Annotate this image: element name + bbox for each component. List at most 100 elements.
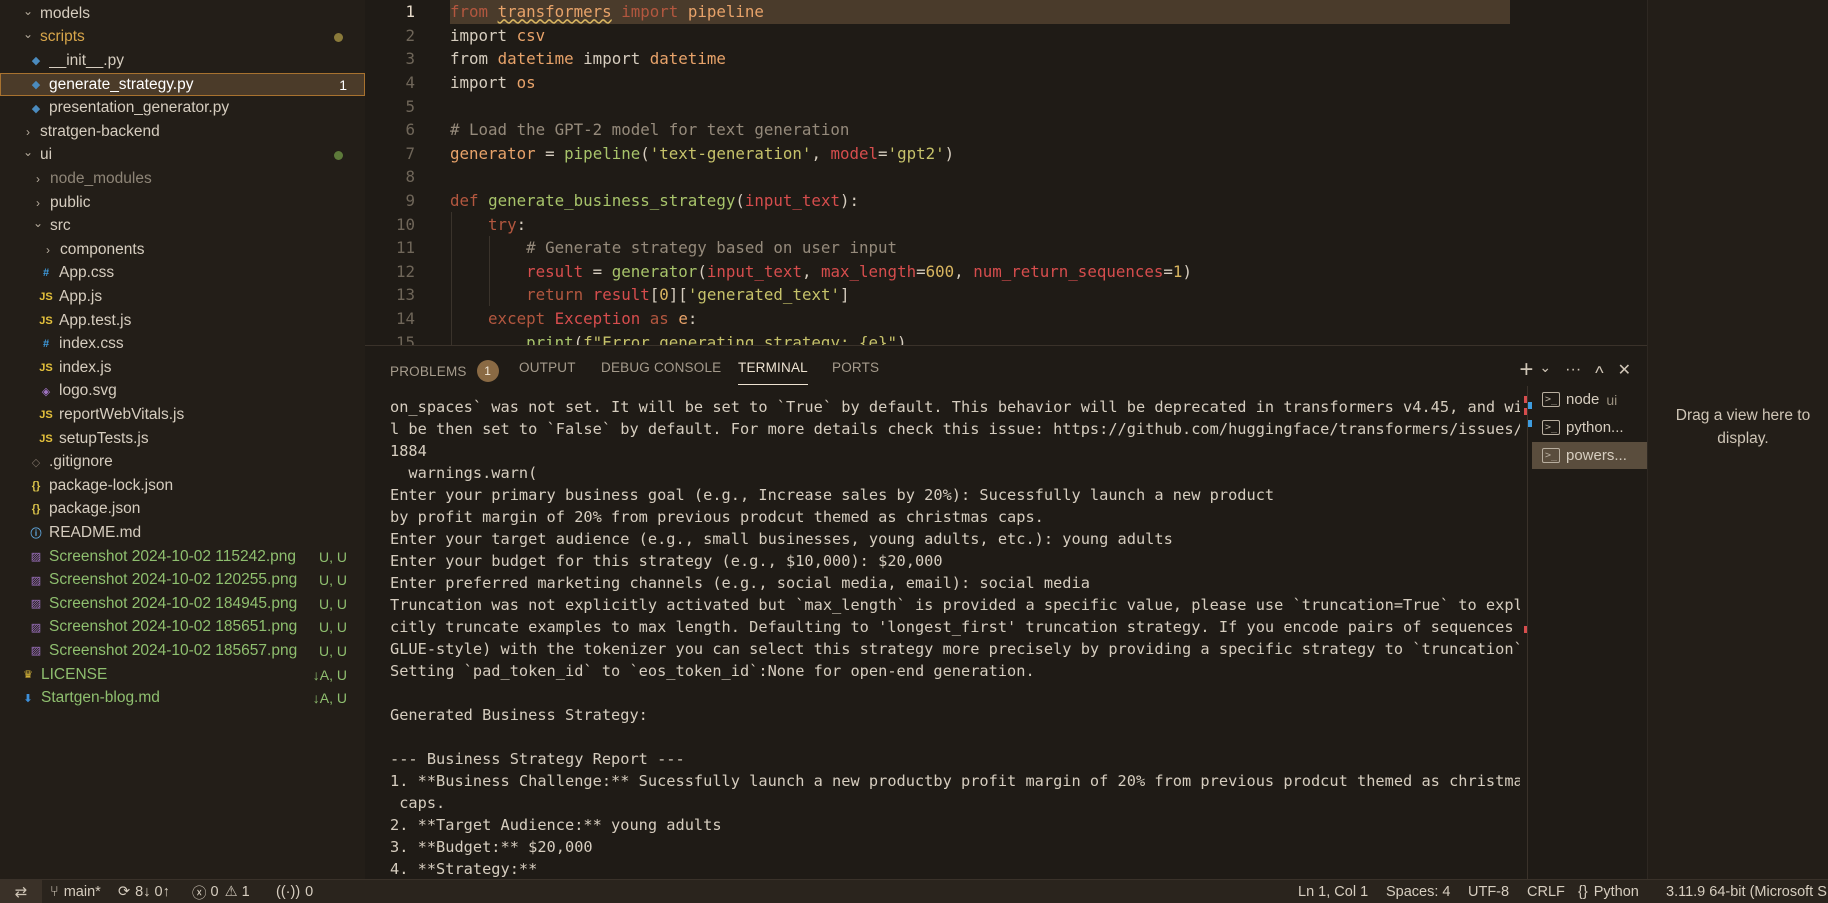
tree-item-label: index.css	[59, 335, 124, 353]
git-branch[interactable]: ⑂ main*	[50, 880, 101, 903]
git-file-icon: ◇	[31, 456, 41, 469]
line-number: 13	[395, 285, 415, 305]
panel-tab-bar: PROBLEMS 1 OUTPUT DEBUG CONSOLE TERMINAL…	[365, 346, 1647, 390]
terminal-line: GLUE-style) with the tokenizer you can s…	[390, 640, 1520, 658]
code-line: 5	[365, 94, 1510, 118]
file-item[interactable]: ◈ logo.svg	[0, 380, 365, 404]
terminal-line: warnings.warn(	[390, 464, 538, 482]
file-item[interactable]: JS setupTests.js	[0, 427, 365, 451]
file-item[interactable]: ⓘ README.md	[0, 521, 365, 545]
folder-item[interactable]: ⌄ src	[0, 214, 365, 238]
file-item[interactable]: ◆ presentation_generator.py	[0, 96, 365, 120]
javascript-file-icon: JS	[39, 361, 53, 374]
git-sync[interactable]: ⟳ 8↓ 0↑	[118, 880, 170, 903]
chevron-right-icon: ›	[36, 195, 40, 210]
file-item[interactable]: ▨ Screenshot 2024-10-02 185651.png U, U	[0, 616, 365, 640]
tree-item-label: public	[50, 193, 91, 211]
tree-item-label: .gitignore	[49, 453, 113, 471]
indentation-status[interactable]: Spaces: 4	[1386, 880, 1451, 903]
tree-item-label: node_modules	[50, 169, 152, 187]
file-item[interactable]: ◆ generate_strategy.py 1	[0, 72, 365, 97]
folder-item[interactable]: ⌄ ui	[0, 144, 365, 168]
tab-terminal[interactable]: TERMINAL	[738, 360, 808, 385]
close-panel-icon[interactable]: ✕	[1618, 360, 1631, 380]
tree-item-label: logo.svg	[59, 382, 117, 400]
javascript-file-icon: JS	[39, 314, 53, 327]
encoding-status[interactable]: UTF-8	[1468, 880, 1509, 903]
remote-icon: ⇄	[14, 883, 28, 901]
line-number: 10	[395, 214, 415, 234]
more-actions-icon[interactable]: ···	[1565, 361, 1581, 379]
tab-ports[interactable]: PORTS	[832, 360, 879, 375]
terminal-item-powershell[interactable]: >_ powers...	[1532, 442, 1648, 469]
terminal-item-node[interactable]: >_ node ui	[1532, 386, 1648, 413]
python-interpreter[interactable]: 3.11.9 64-bit (Microsoft S	[1666, 880, 1827, 903]
file-item[interactable]: ▨ Screenshot 2024-10-02 185657.png U, U	[0, 639, 365, 663]
file-item[interactable]: ⬇ Startgen-blog.md ↓A, U	[0, 686, 365, 710]
tree-item-label: index.js	[59, 358, 112, 376]
tree-item-label: App.test.js	[59, 311, 132, 329]
image-file-icon: ▨	[30, 645, 42, 658]
javascript-file-icon: JS	[39, 290, 53, 303]
file-item[interactable]: {} package.json	[0, 498, 365, 522]
terminal-line: Enter preferred marketing channels (e.g.…	[390, 574, 1090, 592]
file-item[interactable]: ◇ .gitignore	[0, 450, 365, 474]
file-item[interactable]: ▨ Screenshot 2024-10-02 184945.png U, U	[0, 592, 365, 616]
file-item[interactable]: {} package-lock.json	[0, 474, 365, 498]
folder-item[interactable]: › public	[0, 191, 365, 215]
line-number: 1	[405, 2, 415, 22]
code-line: 1 from transformers import pipeline	[365, 0, 1510, 24]
code-editor[interactable]: 1 from transformers import pipeline 2 impor…	[365, 0, 1647, 345]
tab-problems[interactable]: PROBLEMS 1	[390, 360, 499, 382]
line-number: 4	[405, 73, 415, 93]
file-item[interactable]: ♛ LICENSE ↓A, U	[0, 663, 365, 687]
file-item[interactable]: JS App.test.js	[0, 309, 365, 333]
folder-item[interactable]: ⌄ scripts	[0, 26, 365, 50]
image-file-icon: ▨	[30, 621, 42, 634]
javascript-file-icon: JS	[39, 432, 53, 445]
code-line: 13 return result[0]['generated_text']	[365, 283, 1510, 307]
file-item[interactable]: # index.css	[0, 332, 365, 356]
language-mode[interactable]: {} Python	[1578, 880, 1639, 903]
tab-output[interactable]: OUTPUT	[519, 360, 576, 375]
terminal-line: Truncation was not explicitly activated …	[390, 596, 1520, 614]
file-item[interactable]: JS index.js	[0, 356, 365, 380]
chevron-down-icon: ⌄	[22, 3, 34, 18]
new-terminal-icon[interactable]: +	[1519, 356, 1533, 384]
git-status-badge: U, U	[319, 548, 347, 565]
terminal-item-name: node	[1566, 391, 1600, 408]
terminal-icon: >_	[1542, 420, 1560, 435]
file-item[interactable]: # App.css	[0, 262, 365, 286]
terminal-item-name: python...	[1566, 419, 1624, 436]
folder-item[interactable]: › node_modules	[0, 167, 365, 191]
ports-status[interactable]: ((·)) 0	[276, 880, 313, 903]
eol-status[interactable]: CRLF	[1527, 880, 1565, 903]
folder-item[interactable]: › stratgen-backend	[0, 120, 365, 144]
code-text: generator = pipeline('text-generation', …	[450, 143, 955, 163]
file-item[interactable]: ▨ Screenshot 2024-10-02 120255.png U, U	[0, 568, 365, 592]
terminal-item-name: powers...	[1566, 447, 1627, 464]
terminal-line: 4. **Strategy:**	[390, 860, 538, 878]
file-item[interactable]: JS reportWebVitals.js	[0, 403, 365, 427]
tree-item-label: package.json	[49, 500, 141, 518]
tab-debug-console[interactable]: DEBUG CONSOLE	[601, 360, 721, 375]
file-item[interactable]: JS App.js	[0, 285, 365, 309]
folder-item[interactable]: ⌄ models	[0, 2, 365, 26]
secondary-sidebar-drop-area[interactable]: Drag a view here to display.	[1647, 0, 1828, 879]
file-item[interactable]: ▨ Screenshot 2024-10-02 115242.png U, U	[0, 545, 365, 569]
code-line: 8	[365, 165, 1510, 189]
terminal-output[interactable]: on_spaces` was not set. It will be set t…	[390, 396, 1520, 880]
chevron-down-icon[interactable]: ⌄	[1539, 359, 1551, 376]
indent-guide	[489, 236, 490, 306]
file-item[interactable]: ◆ __init__.py	[0, 49, 365, 73]
line-number: 12	[395, 261, 415, 281]
cursor-position[interactable]: Ln 1, Col 1	[1298, 880, 1368, 903]
folder-item[interactable]: › components	[0, 238, 365, 262]
code-text: import os	[450, 73, 536, 93]
remote-indicator[interactable]: ⇄	[0, 879, 42, 903]
tree-item-label: presentation_generator.py	[49, 99, 230, 117]
terminal-item-python[interactable]: >_ python...	[1532, 414, 1648, 441]
problems-status[interactable]: ⓧ 0 ⚠ 1	[192, 880, 250, 903]
maximize-panel-icon[interactable]: ^	[1595, 363, 1603, 384]
tree-item-label: setupTests.js	[59, 429, 149, 447]
